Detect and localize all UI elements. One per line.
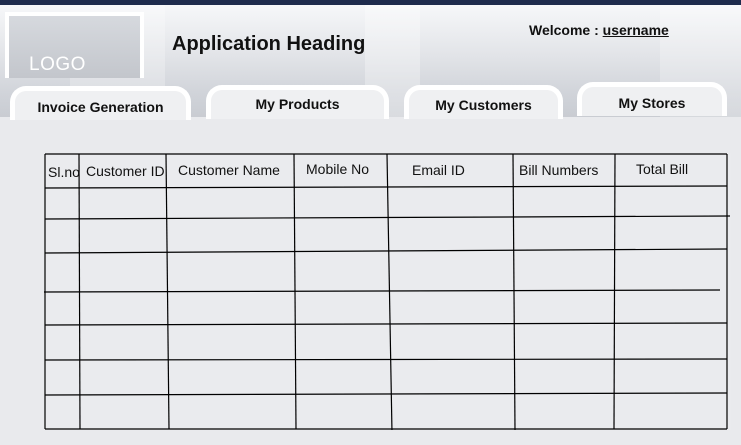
logo[interactable]: LOGO <box>5 12 144 78</box>
welcome-message: Welcome : username <box>529 22 669 38</box>
column-header-bill-numbers: Bill Numbers <box>519 162 599 178</box>
column-header-customer-id: Customer ID <box>86 163 165 179</box>
tab-label: Invoice Generation <box>37 99 164 115</box>
column-header-total-bill: Total Bill <box>636 161 689 177</box>
tab-label: My Products <box>255 96 340 112</box>
customer-table: Sl.no Customer ID Customer Name Mobile N… <box>44 153 731 430</box>
tab-invoice-generation[interactable]: Invoice Generation <box>10 86 191 120</box>
tab-my-customers[interactable]: My Customers <box>404 85 563 119</box>
tab-label: My Customers <box>435 97 532 113</box>
column-header-mobile-no: Mobile No <box>306 161 370 177</box>
welcome-label: Welcome : <box>529 22 599 38</box>
logo-text: LOGO <box>29 54 86 75</box>
column-header-customer-name: Customer Name <box>178 162 280 178</box>
table-grid <box>44 153 731 430</box>
username-link[interactable]: username <box>603 22 669 38</box>
tab-my-stores[interactable]: My Stores <box>577 82 727 116</box>
tab-label: My Stores <box>618 95 686 111</box>
tab-my-products[interactable]: My Products <box>206 85 389 119</box>
page-title: Application Heading <box>172 33 366 55</box>
column-header-sl-no: Sl.no <box>48 164 80 180</box>
column-header-email-id: Email ID <box>412 162 465 178</box>
